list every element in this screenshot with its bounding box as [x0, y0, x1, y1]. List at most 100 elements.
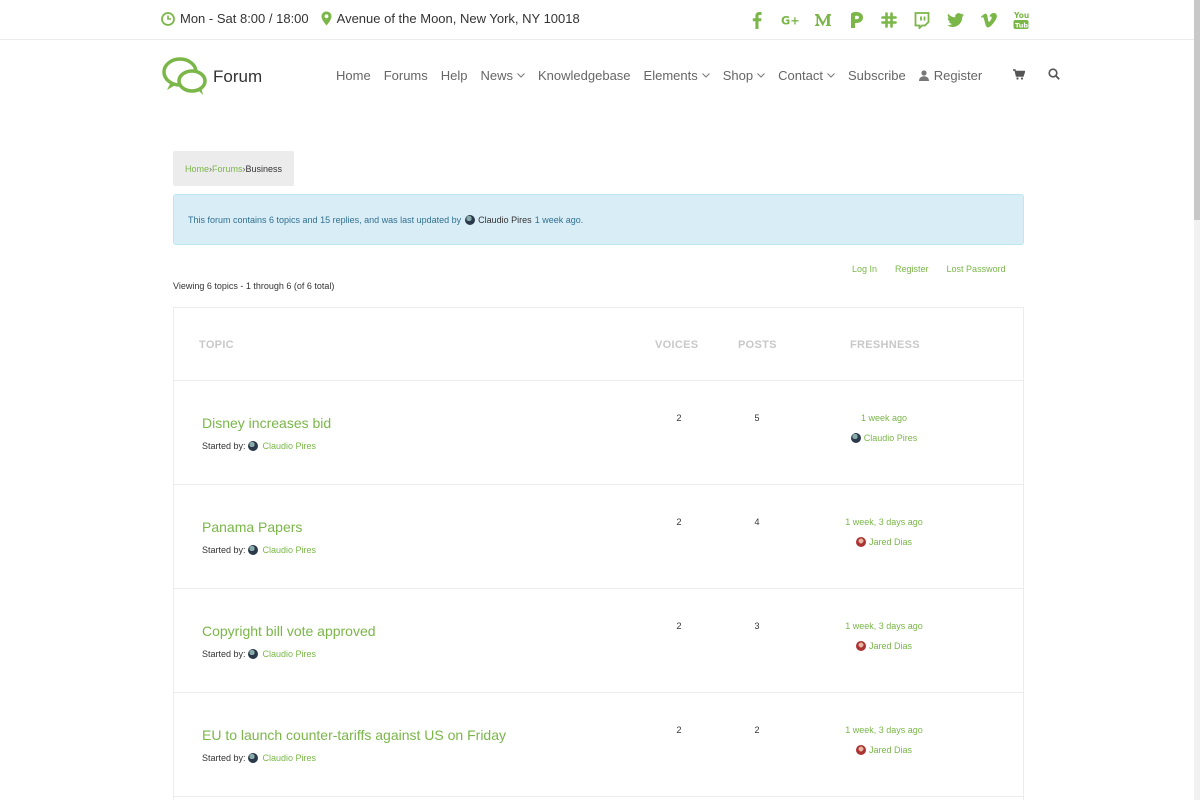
medium-icon[interactable] [814, 10, 832, 30]
header-posts: POSTS [738, 339, 777, 351]
topic-last-user[interactable]: Jared Dias [784, 641, 984, 651]
topic-posts: 5 [754, 413, 760, 423]
avatar [247, 545, 258, 555]
map-pin-icon [321, 11, 332, 26]
page-scrollbar[interactable] [1194, 0, 1200, 800]
register-link[interactable]: Register [895, 264, 929, 274]
topic-posts: 4 [754, 517, 760, 527]
header-topic: TOPIC [199, 339, 234, 351]
google-plus-icon[interactable]: G+ [781, 10, 799, 30]
lost-password-link[interactable]: Lost Password [947, 264, 1006, 274]
twitch-icon[interactable] [913, 10, 931, 30]
topic-started-by: Started by: Claudio Pires [202, 753, 316, 763]
cart-button[interactable] [1013, 68, 1026, 83]
topic-voices: 2 [676, 413, 682, 423]
breadcrumb-home[interactable]: Home [185, 164, 209, 174]
facebook-icon[interactable] [748, 10, 766, 30]
topic-freshness[interactable]: 1 week, 3 days ago [784, 621, 984, 631]
svg-text:G+: G+ [781, 15, 799, 28]
nav-register[interactable]: Register [918, 68, 983, 83]
topic-author[interactable]: Claudio Pires [263, 441, 317, 451]
hours-text: Mon - Sat 8:00 / 18:00 [180, 11, 309, 26]
avatar [855, 537, 866, 547]
avatar [247, 441, 258, 451]
topic-title[interactable]: Disney increases bid [202, 415, 331, 431]
hours-item: Mon - Sat 8:00 / 18:00 [161, 11, 309, 26]
slack-icon[interactable] [880, 10, 898, 30]
avatar [855, 641, 866, 651]
topic-freshness[interactable]: 1 week, 3 days ago [784, 725, 984, 735]
breadcrumb: Home › Forums › Business [173, 151, 295, 186]
topic-author[interactable]: Claudio Pires [263, 545, 317, 555]
user-icon [918, 70, 929, 81]
nav-forums[interactable]: Forums [384, 68, 428, 83]
nav-register-label: Register [933, 68, 983, 83]
scrollbar-thumb[interactable] [1194, 0, 1200, 220]
topic-started-by: Started by: Claudio Pires [202, 545, 316, 555]
nav-subscribe[interactable]: Subscribe [848, 68, 906, 83]
chevron-down-icon [701, 73, 710, 78]
site-logo[interactable]: Forum [161, 56, 262, 96]
chevron-down-icon [757, 73, 765, 78]
chat-bubbles-logo-icon [162, 57, 207, 95]
address-text: Avenue of the Moon, New York, NY 10018 [336, 11, 580, 26]
twitter-icon[interactable] [946, 10, 964, 30]
viewing-count: Viewing 6 topics - 1 through 6 (of 6 tot… [173, 281, 335, 291]
info-last-user[interactable]: Claudio Pires [478, 215, 532, 225]
started-by-label: Started by: [202, 545, 246, 555]
nav-contact[interactable]: Contact [778, 68, 835, 83]
last-user-name: Jared Dias [868, 745, 913, 755]
topic-posts: 2 [754, 725, 760, 735]
patreon-icon[interactable] [847, 10, 865, 30]
topic-voices: 2 [676, 621, 682, 631]
address-item: Avenue of the Moon, New York, NY 10018 [321, 11, 580, 26]
last-user-name: Claudio Pires [863, 433, 918, 443]
avatar [465, 214, 476, 225]
topic-started-by: Started by: Claudio Pires [202, 649, 316, 659]
topics-table: TOPIC VOICES POSTS FRESHNESS Disney incr… [173, 307, 1024, 800]
search-button[interactable] [1048, 68, 1061, 83]
login-link[interactable]: Log In [852, 264, 877, 274]
nav-help[interactable]: Help [441, 68, 468, 83]
topic-freshness[interactable]: 1 week, 3 days ago [784, 517, 984, 527]
nav-knowledgebase[interactable]: Knowledgebase [538, 68, 631, 83]
auth-links: Log In Register Lost Password [852, 264, 1024, 274]
topic-freshness[interactable]: 1 week ago [784, 413, 984, 423]
breadcrumb-forums[interactable]: Forums [212, 164, 243, 174]
table-header: TOPIC VOICES POSTS FRESHNESS [174, 308, 1023, 381]
topic-title[interactable]: Panama Papers [202, 519, 302, 535]
topic-title[interactable]: Copyright bill vote approved [202, 623, 376, 639]
info-text-before: This forum contains 6 topics and 15 repl… [188, 214, 462, 225]
info-text-after: 1 week ago. [534, 214, 584, 225]
table-row: Disney increases bid Started by: Claudio … [174, 381, 1023, 485]
started-by-label: Started by: [202, 649, 246, 659]
topic-author[interactable]: Claudio Pires [263, 649, 317, 659]
topic-last-user[interactable]: Jared Dias [784, 745, 984, 755]
avatar [247, 753, 258, 763]
cart-icon [1013, 69, 1026, 80]
nav-elements-label: Elements [643, 68, 698, 83]
started-by-label: Started by: [202, 441, 246, 451]
avatar [247, 649, 258, 659]
nav-news[interactable]: News [481, 68, 526, 83]
youtube-icon[interactable]: You Tube [1012, 10, 1030, 30]
vimeo-icon[interactable] [979, 10, 997, 30]
topic-author[interactable]: Claudio Pires [263, 753, 317, 763]
top-bar: Mon - Sat 8:00 / 18:00 Avenue of the Moo… [0, 0, 1194, 40]
topic-title[interactable]: EU to launch counter-tariffs against US … [202, 727, 506, 743]
nav-news-label: News [480, 68, 514, 83]
nav-elements[interactable]: Elements [644, 68, 710, 83]
table-row: Copyright bill vote approved Started by:… [174, 589, 1023, 693]
topic-posts: 3 [754, 621, 760, 631]
nav-contact-label: Contact [778, 68, 823, 83]
avatar [855, 745, 866, 755]
topic-last-user[interactable]: Jared Dias [784, 537, 984, 547]
nav-home[interactable]: Home [336, 68, 371, 83]
svg-text:You: You [1013, 11, 1029, 20]
topic-voices: 2 [676, 517, 682, 527]
nav-shop[interactable]: Shop [723, 68, 765, 83]
svg-text:Tube: Tube [1015, 22, 1029, 30]
topic-voices: 2 [676, 725, 682, 735]
topic-last-user[interactable]: Claudio Pires [784, 433, 984, 443]
clock-icon [161, 11, 175, 26]
